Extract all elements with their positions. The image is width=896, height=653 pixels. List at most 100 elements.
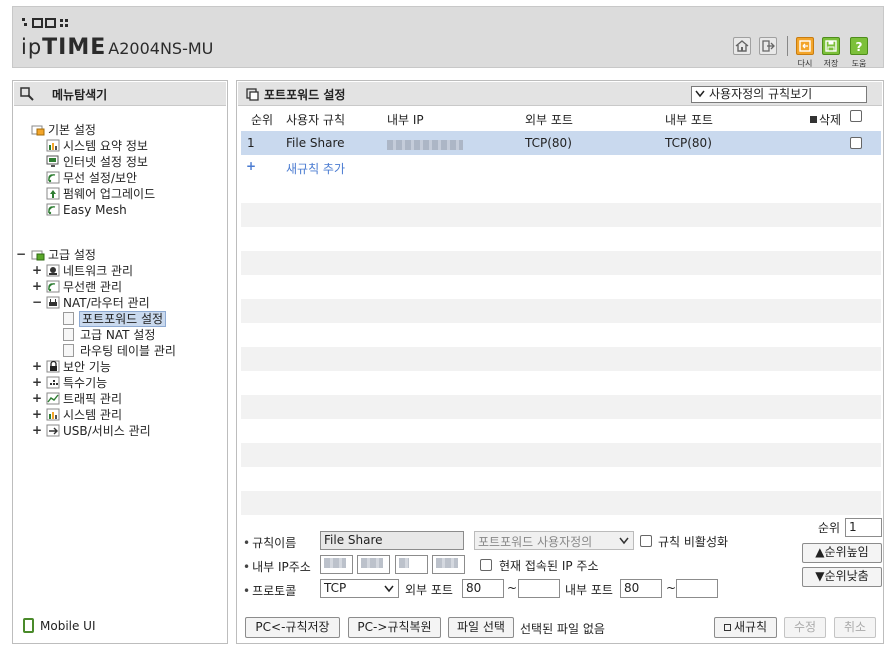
rank-input[interactable]: 1 [845,518,882,537]
logout-icon[interactable] [759,37,777,55]
empty-table-row [241,443,881,467]
protocol-label: • 프로토콜 [243,584,297,598]
expand-toggle[interactable]: + [32,263,42,277]
add-rule-row[interactable]: + 새규칙 추가 [241,155,881,179]
col-internal-ip: 내부 IP [387,113,424,127]
delete-icon [810,116,817,123]
help-icon[interactable]: ? [850,37,868,55]
tree-item-usb-service[interactable]: USB/서비스 관리 [46,423,151,439]
current-ip-label: 현재 접속된 IP 주소 [499,559,599,573]
protocol-value: TCP [324,581,347,595]
expand-toggle[interactable]: + [32,375,42,389]
add-rule-link[interactable]: 새규칙 추가 [286,160,345,177]
tree-item-system[interactable]: 시스템 관리 [46,407,122,423]
rank-label: 순위 [818,521,841,535]
table-row[interactable]: 1 File Share TCP(80) TCP(80) [241,131,881,155]
new-rule-button[interactable]: 새규칙 [714,617,777,638]
menu-explorer-title: 메뉴탐색기 [52,88,108,102]
tree-item-network[interactable]: 네트워크 관리 [46,263,133,279]
external-port-to-input[interactable] [518,579,560,598]
mobile-phone-icon [23,618,34,633]
tree-item-advanced-nat[interactable]: 고급 NAT 설정 [63,327,155,343]
tree-item-special[interactable]: 특수기능 [46,375,107,391]
expand-toggle[interactable]: + [32,407,42,421]
reload-icon[interactable] [796,37,814,55]
empty-table-row [241,275,881,299]
protocol-select[interactable]: TCP [320,579,399,598]
tree-item-wireless-lan[interactable]: 무선랜 관리 [46,279,122,295]
mobile-ui-label: Mobile UI [40,619,96,633]
tree-item-wireless-security[interactable]: 무선 설정/보안 [46,170,137,186]
cancel-button[interactable]: 취소 [834,617,876,638]
empty-table-row [241,179,881,203]
internal-port-from-input[interactable]: 80 [620,579,662,598]
no-file-label: 선택된 파일 없음 [520,622,605,636]
folder-icon [31,123,45,136]
tree-item-easy-mesh[interactable]: Easy Mesh [46,202,127,218]
tree-item-label: 시스템 관리 [63,408,123,422]
preset-select-value: 포트포워드 사용자정의 [478,535,593,549]
tilde-label: ~ [507,581,518,595]
save-rules-to-pc-button[interactable]: PC<-규칙저장 [245,617,340,638]
expand-toggle[interactable]: + [32,279,42,293]
tree-item-label: 시스템 요약 정보 [63,139,148,153]
header-separator [787,36,788,56]
tree-item-traffic[interactable]: 트래픽 관리 [46,391,122,407]
ip-octet-1-input[interactable] [320,555,353,574]
usb-icon [46,424,60,437]
expand-toggle[interactable]: + [32,391,42,405]
tree-item-label: 특수기능 [63,376,108,390]
svg-text:?: ? [856,40,863,54]
edit-button[interactable]: 수정 [784,617,826,638]
cell-external-port: TCP(80) [525,136,572,150]
tree-item-system-summary[interactable]: 시스템 요약 정보 [46,138,148,154]
rule-name-input[interactable]: File Share [320,531,464,550]
tree-item-nat-router[interactable]: NAT/라우터 관리 [46,295,150,311]
tree-item-label-selected: 포트포워드 설정 [78,311,167,327]
current-ip-checkbox[interactable] [480,559,492,571]
network-icon [46,264,60,277]
wifi-icon [46,171,60,184]
home-icon[interactable] [733,37,751,55]
tree-item-label: 네트워크 관리 [63,264,134,278]
rank-down-button[interactable]: ▼순위낮춤 [802,567,882,587]
window-icon [246,88,259,101]
tree-basic-settings[interactable]: 기본 설정 [31,122,96,138]
wifi-icon [46,280,60,293]
choose-file-button[interactable]: 파일 선택 [448,617,514,638]
tree-item-security[interactable]: 보안 기능 [46,359,111,375]
rule-view-select[interactable]: 사용자정의 규칙보기 [691,86,867,103]
tree-item-label: 라우팅 테이블 관리 [80,344,176,358]
tree-item-routing-table[interactable]: 라우팅 테이블 관리 [63,343,176,359]
restore-rules-from-pc-button[interactable]: PC->규칙복원 [348,617,441,638]
ip-octet-2-input[interactable] [357,555,390,574]
expand-toggle[interactable]: + [32,359,42,373]
empty-table-row [241,491,881,515]
monitor-icon [46,155,60,168]
row-delete-checkbox[interactable] [850,137,862,149]
rank-up-button[interactable]: ▲순위높임 [802,543,882,563]
disable-rule-checkbox[interactable] [640,535,652,547]
collapse-advanced-toggle[interactable]: − [16,247,26,261]
preset-select[interactable]: 포트포워드 사용자정의 [474,531,634,550]
empty-table-row [241,347,881,371]
tree-item-internet-info[interactable]: 인터넷 설정 정보 [46,154,148,170]
tree-basic-label: 기본 설정 [48,123,96,137]
collapse-toggle[interactable]: − [32,295,42,309]
chevron-down-icon [619,537,629,545]
add-plus-icon: + [246,159,257,173]
select-all-checkbox[interactable] [850,110,862,122]
page-icon [63,312,74,325]
save-icon[interactable] [822,37,840,55]
external-port-from-input[interactable]: 80 [462,579,504,598]
tree-item-firmware-upgrade[interactable]: 펌웨어 업그레이드 [46,186,155,202]
mobile-ui-link[interactable]: Mobile UI [23,618,96,633]
expand-toggle[interactable]: + [32,423,42,437]
tree-item-port-forward[interactable]: 포트포워드 설정 [63,311,167,327]
col-internal-port: 내부 포트 [665,113,713,127]
ip-octet-3-input[interactable] [395,555,428,574]
internal-port-to-input[interactable] [676,579,718,598]
tree-advanced-settings[interactable]: 고급 설정 [31,247,96,263]
empty-table-row [241,419,881,443]
ip-octet-4-input[interactable] [432,555,465,574]
